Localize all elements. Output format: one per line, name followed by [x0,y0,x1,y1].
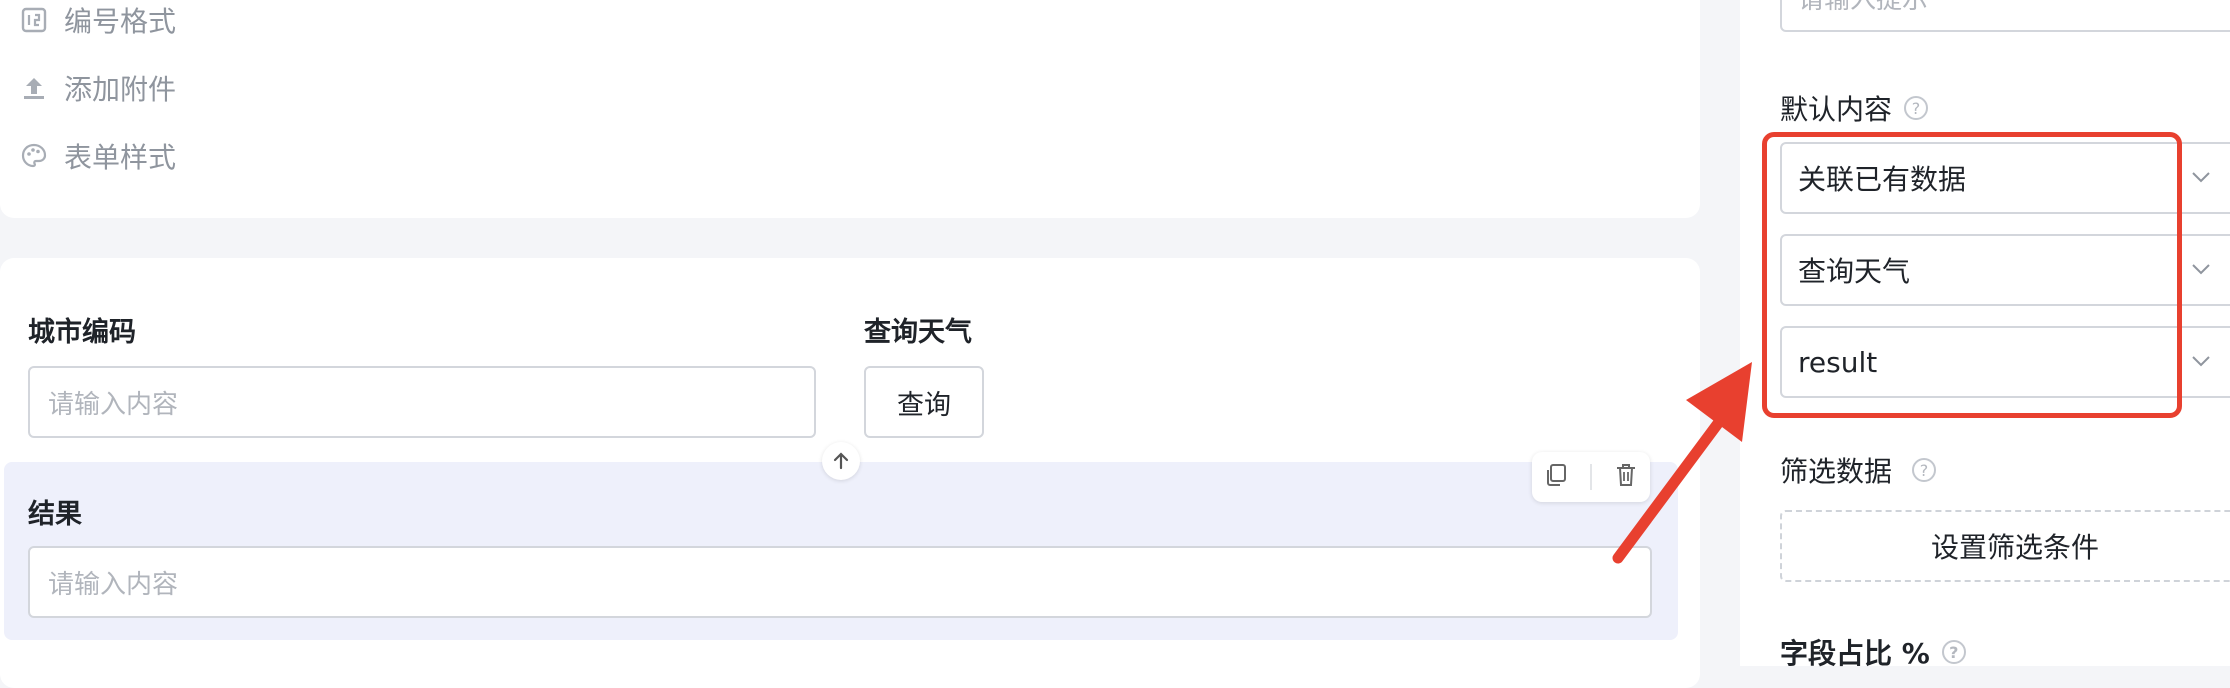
city-code-label: 城市编码 [28,317,136,348]
result-input[interactable]: 请输入内容 [28,546,1652,618]
trash-icon[interactable] [1613,462,1639,492]
city-code-input[interactable]: 请输入内容 [28,366,816,438]
chevron-down-icon [2192,172,2210,183]
menu-item-label: 表单样式 [64,141,177,174]
help-icon[interactable]: ? [1912,458,1937,482]
query-button[interactable]: 查询 [864,366,984,438]
data-source-value: 关联已有数据 [1798,163,1967,196]
menu-item-label: 编号格式 [64,5,177,38]
number-format-icon [20,6,48,34]
menu-item-number-format[interactable]: 编号格式 [20,0,176,40]
menu-item-form-style[interactable]: 表单样式 [20,136,176,176]
placeholder-hint-input[interactable]: 请输入提示 [1780,0,2230,32]
query-weather-label: 查询天气 [864,317,972,348]
placeholder-hint-text: 请输入提示 [1798,0,1929,15]
filter-data-label-text: 筛选数据 [1780,455,1893,488]
palette-icon [20,142,48,170]
help-icon[interactable]: ? [1941,640,1966,664]
linked-form-value: 查询天气 [1798,255,1911,288]
city-code-placeholder: 请输入内容 [48,389,179,420]
properties-panel: 请输入提示 默认内容 ? 关联已有数据 查询天气 result 筛选数据 ? 设… [1740,0,2230,670]
linked-field-value: result [1798,345,1878,379]
filter-data-label: 筛选数据 ? [1780,450,1937,490]
field-ratio-label: 字段占比 % ? [1780,632,1966,672]
set-filter-conditions-button[interactable]: 设置筛选条件 [1780,510,2230,582]
menu-item-label: 添加附件 [64,73,177,106]
default-content-label: 默认内容 ? [1780,88,1929,128]
toolbar-divider [1589,464,1592,490]
move-up-button[interactable] [822,442,860,480]
result-placeholder: 请输入内容 [48,569,179,600]
chevron-down-icon [2192,264,2210,275]
settings-menu-card: 编号格式 添加附件 表单样式 [0,0,1700,218]
default-content-label-text: 默认内容 [1780,93,1893,126]
copy-icon[interactable] [1543,462,1569,492]
field-toolbar [1532,452,1650,502]
help-icon[interactable]: ? [1904,96,1929,120]
result-label: 结果 [28,499,82,530]
field-ratio-label-text: 字段占比 % [1780,637,1930,670]
arrow-up-icon [833,452,849,470]
upload-icon [20,74,48,102]
linked-form-select[interactable]: 查询天气 [1780,234,2230,306]
linked-field-select[interactable]: result [1780,326,2230,398]
data-source-select[interactable]: 关联已有数据 [1780,142,2230,214]
chevron-down-icon [2192,356,2210,367]
menu-item-add-attachment[interactable]: 添加附件 [20,68,176,108]
